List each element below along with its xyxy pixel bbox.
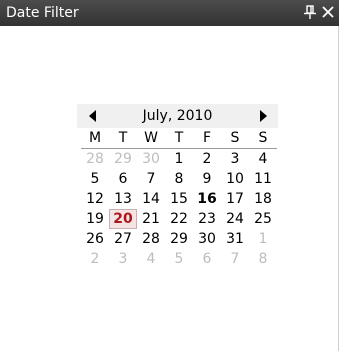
- date-filter-panel: Date Filter July, 2010 M T W T F S S 28 …: [0, 0, 339, 351]
- calendar-week-row: 19 20 21 22 23 24 25: [81, 209, 277, 229]
- weekday-label: W: [144, 130, 158, 146]
- weekday-header-row: MTWTFSS: [81, 128, 277, 149]
- calendar-day[interactable]: 14: [137, 189, 165, 209]
- close-icon: [322, 6, 334, 18]
- calendar-day-other-month[interactable]: 3: [109, 249, 137, 269]
- calendar-day[interactable]: 4: [249, 149, 277, 169]
- weekday-label: S: [230, 130, 240, 146]
- calendar-day[interactable]: 9: [193, 169, 221, 189]
- month-year-label: July, 2010: [142, 108, 213, 124]
- calendar-day[interactable]: 15: [165, 189, 193, 209]
- calendar-header: July, 2010: [77, 104, 278, 128]
- month-calendar: July, 2010 MTWTFSS 28 29 30 1 2 3 4 5 6 7 8 9 10 11 12…: [77, 104, 278, 269]
- weekday-label: S: [258, 130, 268, 146]
- next-month-button[interactable]: [255, 108, 271, 124]
- panel-title: Date Filter: [6, 5, 79, 21]
- calendar-week-row: 5 6 7 8 9 10 11: [81, 169, 277, 189]
- calendar-day[interactable]: 23: [193, 209, 221, 229]
- calendar-day-other-month[interactable]: 29: [109, 149, 137, 169]
- calendar-week-row: 26 27 28 29 30 31 1: [81, 229, 277, 249]
- pin-icon: [304, 5, 316, 19]
- calendar-day-other-month[interactable]: 1: [249, 229, 277, 249]
- pin-button[interactable]: [303, 3, 317, 21]
- calendar-day[interactable]: 6: [109, 169, 137, 189]
- calendar-day[interactable]: 16: [193, 189, 221, 209]
- calendar-day[interactable]: 3: [221, 149, 249, 169]
- calendar-day[interactable]: 17: [221, 189, 249, 209]
- calendar-day[interactable]: 19: [81, 209, 109, 229]
- calendar-day[interactable]: 11: [249, 169, 277, 189]
- calendar-day[interactable]: 24: [221, 209, 249, 229]
- calendar-day-other-month[interactable]: 5: [165, 249, 193, 269]
- calendar-day[interactable]: 25: [249, 209, 277, 229]
- weekday-label: M: [88, 130, 102, 146]
- calendar-day-other-month[interactable]: 7: [221, 249, 249, 269]
- calendar-day[interactable]: 31: [221, 229, 249, 249]
- calendar-day-other-month[interactable]: 30: [137, 149, 165, 169]
- calendar-day[interactable]: 1: [165, 149, 193, 169]
- weekday-label: T: [118, 130, 128, 146]
- calendar-day-other-month[interactable]: 4: [137, 249, 165, 269]
- calendar-day[interactable]: 22: [165, 209, 193, 229]
- calendar-day-selected[interactable]: 20: [109, 209, 137, 229]
- calendar-week-row: 12 13 14 15 16 17 18: [81, 189, 277, 209]
- panel-titlebar: Date Filter: [0, 0, 339, 26]
- calendar-day[interactable]: 27: [109, 229, 137, 249]
- calendar-day-other-month[interactable]: 8: [249, 249, 277, 269]
- calendar-day[interactable]: 8: [165, 169, 193, 189]
- calendar-day[interactable]: 26: [81, 229, 109, 249]
- calendar-day[interactable]: 7: [137, 169, 165, 189]
- calendar-day[interactable]: 10: [221, 169, 249, 189]
- calendar-day[interactable]: 5: [81, 169, 109, 189]
- calendar-day-other-month[interactable]: 2: [81, 249, 109, 269]
- close-button[interactable]: [320, 3, 336, 21]
- arrow-right-icon: [260, 110, 267, 122]
- calendar-day-other-month[interactable]: 6: [193, 249, 221, 269]
- calendar-day[interactable]: 18: [249, 189, 277, 209]
- calendar-week-row: 2345678: [81, 249, 277, 269]
- calendar-day[interactable]: 29: [165, 229, 193, 249]
- calendar-days: 28 29 30 1 2 3 4 5 6 7 8 9 10 11 12 13 14 15 16 17 18 19 20 21 2…: [81, 149, 277, 269]
- calendar-day[interactable]: 12: [81, 189, 109, 209]
- calendar-day[interactable]: 21: [137, 209, 165, 229]
- weekday-label: F: [202, 130, 212, 146]
- weekday-label: T: [174, 130, 184, 146]
- calendar-day[interactable]: 28: [137, 229, 165, 249]
- calendar-day-other-month[interactable]: 28: [81, 149, 109, 169]
- calendar-day[interactable]: 2: [193, 149, 221, 169]
- calendar-grid: MTWTFSS 28 29 30 1 2 3 4 5 6 7 8 9 10 11 12 13 14 15 16 17 1…: [81, 128, 277, 269]
- calendar-day[interactable]: 30: [193, 229, 221, 249]
- calendar-day[interactable]: 13: [109, 189, 137, 209]
- calendar-week-row: 28 29 30 1 2 3 4: [81, 149, 277, 169]
